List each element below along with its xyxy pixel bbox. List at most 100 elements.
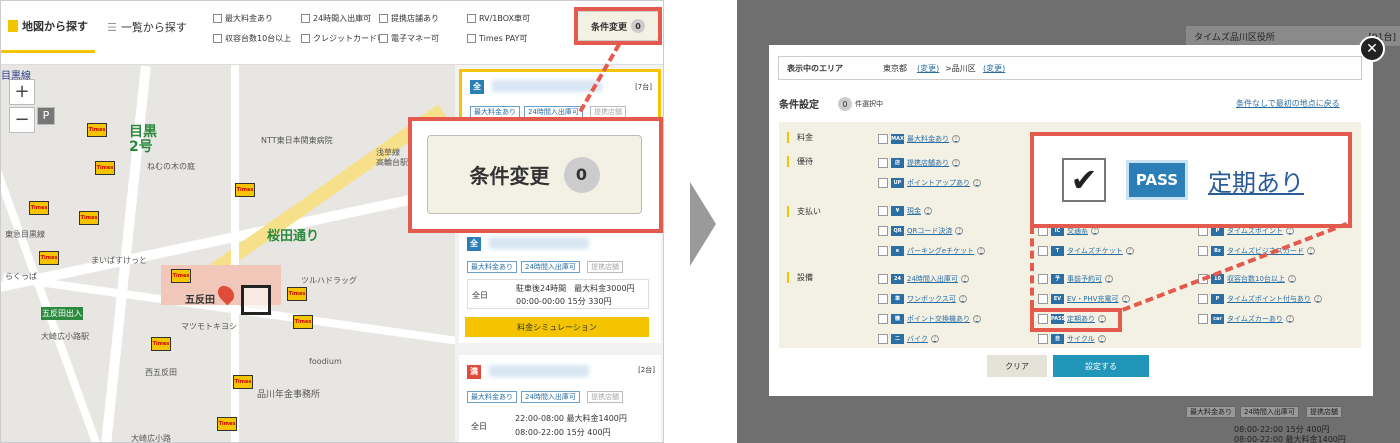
option-point-up[interactable]: UP ポイントアップあり?: [878, 178, 981, 188]
option-times-car[interactable]: car タイムズカーあり?: [1198, 314, 1294, 324]
parking-marker[interactable]: Times: [235, 183, 255, 197]
map-label: 西五反田: [145, 368, 177, 377]
filter-checkbox[interactable]: 収容台数10台以上: [213, 33, 291, 44]
help-icon: ?: [955, 227, 964, 235]
option-24h[interactable]: 24 24時間入出庫可?: [878, 274, 969, 284]
map-label-gotanda: 五反田: [185, 295, 215, 306]
feature-tag: 最大料金あり: [467, 391, 517, 403]
check-icon: ✔: [1062, 158, 1106, 202]
current-location-target-icon[interactable]: [241, 285, 271, 315]
pass-callout-content: ✔ PASS 定期あり: [1040, 142, 1340, 218]
price-line: 08:00-22:00 15分 400円: [515, 428, 611, 437]
filter-checkbox[interactable]: 24時間入出庫可: [301, 13, 371, 24]
map-label: マツモトキヨシ: [181, 322, 237, 331]
option-business-card[interactable]: Bz タイムズビジネスカード?: [1198, 246, 1315, 256]
price-table: 全日 駐車後24時間 最大料金3000円 00:00-00:00 15分 330…: [467, 279, 649, 309]
map-label: 目黒線: [1, 71, 31, 82]
map-label: NTT東日本関東病院: [261, 136, 333, 145]
option-cycle[interactable]: 自サイクル?: [1038, 334, 1106, 344]
option-bike[interactable]: 二バイク?: [878, 334, 939, 344]
parking-marker[interactable]: Times: [79, 211, 99, 225]
bg-feature-tag: 最大料金あり: [1186, 406, 1236, 418]
help-icon: ?: [960, 275, 969, 283]
price-simulation-button[interactable]: 料金シミュレーション: [465, 317, 649, 337]
tab-map-label: 地図から探す: [22, 19, 88, 33]
map-label: 大崎広小路: [131, 434, 171, 443]
help-icon: ?: [952, 135, 960, 143]
filter-bar: 地図から探す ☰ 一覧から探す 最大料金あり 24時間入出庫可 提携店舗あり R…: [1, 1, 663, 65]
option-onebox[interactable]: 車ワンボックス可?: [878, 294, 967, 304]
filter-checkbox[interactable]: 最大料金あり: [213, 13, 273, 24]
clear-button[interactable]: クリア: [987, 355, 1047, 377]
parking-status-pin: 満: [467, 365, 481, 379]
help-icon: ?: [952, 159, 960, 167]
map-label: 五反田出入: [41, 307, 83, 320]
parking-marker[interactable]: Times: [171, 269, 191, 283]
option-point-grant[interactable]: P タイムズポイント付与あり?: [1198, 294, 1322, 304]
parking-marker[interactable]: Times: [29, 201, 49, 215]
filter-checkbox[interactable]: RV/1BOX車可: [467, 13, 530, 24]
area-change-link[interactable]: (変更): [983, 63, 1005, 74]
area-change-link[interactable]: (変更): [917, 63, 939, 74]
parking-marker[interactable]: Times: [39, 251, 59, 265]
feature-tag: 最大料金あり: [467, 261, 517, 273]
parking-marker[interactable]: Times: [151, 337, 171, 351]
parking-marker[interactable]: Times: [95, 161, 115, 175]
map-label: 東急目黒線: [5, 230, 45, 239]
option-reservation[interactable]: 予事前予約可?: [1038, 274, 1113, 284]
help-icon: ?: [1097, 335, 1106, 343]
blurred-name: [489, 237, 589, 249]
map-label: 高輪台駅: [376, 158, 408, 167]
map-area[interactable]: + − P 目黒線 NTT東日本関東病院 ねむの木の庭 浅草線 高輪台駅 東急目…: [1, 65, 455, 443]
close-icon[interactable]: ✕: [1359, 36, 1385, 62]
tab-map-search[interactable]: 地図から探す: [1, 1, 95, 53]
option-max-fee[interactable]: MAX 最大料金あり?: [878, 134, 960, 144]
bg-feature-tag: 24時間入出庫可: [1240, 406, 1299, 418]
help-icon: ?: [973, 179, 981, 187]
filter-checkbox[interactable]: クレジットカード可: [301, 33, 385, 44]
parking-marker[interactable]: Times: [217, 417, 237, 431]
map-label: 大崎広小路駅: [41, 332, 89, 341]
map-label: foodium: [309, 357, 342, 366]
option-point-exchange[interactable]: 機ポイント交換機あり?: [878, 314, 981, 324]
zoom-out-button[interactable]: −: [9, 107, 35, 133]
price-simulation-label: 料金シミュレーション: [517, 322, 597, 332]
option-ev-charge[interactable]: EV EV・PHV充電可?: [1038, 294, 1130, 304]
area-pref: 東京都: [883, 64, 907, 73]
category-payment: 支払い: [787, 206, 821, 217]
highlight-frame: [1030, 308, 1122, 332]
bg-parking-name: タイムズ品川区役所: [1194, 33, 1275, 43]
category-fee: 料金: [787, 132, 813, 143]
parking-marker[interactable]: Times: [233, 375, 253, 389]
left-screen: 地図から探す ☰ 一覧から探す 最大料金あり 24時間入出庫可 提携店舗あり R…: [0, 0, 664, 443]
zoom-condition-label: 条件変更: [469, 164, 550, 188]
option-times-ticket[interactable]: T タイムズチケット?: [1038, 246, 1134, 256]
parking-card[interactable]: 全 最大料金あり 24時間入出庫可 提携店舗 全日 駐車後24時間 最大料金30…: [459, 233, 661, 343]
help-icon: ?: [973, 315, 981, 323]
help-icon: ?: [1306, 247, 1315, 255]
map-label-sakurada: 桜田通り: [267, 229, 320, 244]
selected-count-badge: 0: [838, 97, 852, 111]
option-cash[interactable]: ¥ 現金?: [878, 206, 932, 216]
price-line: 22:00-08:00 最大料金1400円: [515, 414, 627, 423]
parking-marker[interactable]: Times: [293, 315, 313, 329]
parking-marker[interactable]: Times: [87, 123, 107, 137]
apply-button[interactable]: 設定する: [1053, 355, 1149, 377]
reset-link[interactable]: 条件なしで最初の地点に戻る: [1236, 98, 1340, 109]
option-partner-store[interactable]: 店提携店舗あり?: [878, 158, 960, 168]
option-qr[interactable]: QR QRコード決済?: [878, 226, 964, 236]
parking-marker[interactable]: Times: [287, 287, 307, 301]
filter-checkbox[interactable]: 提携店舗あり: [379, 13, 439, 24]
help-icon: ?: [930, 335, 939, 343]
filter-checkbox[interactable]: 電子マネー可: [379, 33, 439, 44]
help-icon: ?: [924, 207, 932, 215]
help-icon: ?: [1285, 315, 1294, 323]
parking-toggle-button[interactable]: P: [37, 107, 55, 125]
option-parking-eticket[interactable]: e パーキングeチケット?: [878, 246, 986, 256]
zoom-in-button[interactable]: +: [9, 79, 35, 105]
parking-card[interactable]: 満 [2台] 最大料金あり 24時間入出庫可 提携店舗 全日 22:00-08:…: [459, 355, 661, 442]
map-label: 品川年金事務所: [257, 390, 321, 400]
filter-checkbox[interactable]: Times PAY可: [467, 33, 527, 44]
help-icon: ?: [1091, 227, 1099, 235]
tab-list-search[interactable]: ☰ 一覧から探す: [101, 1, 193, 53]
